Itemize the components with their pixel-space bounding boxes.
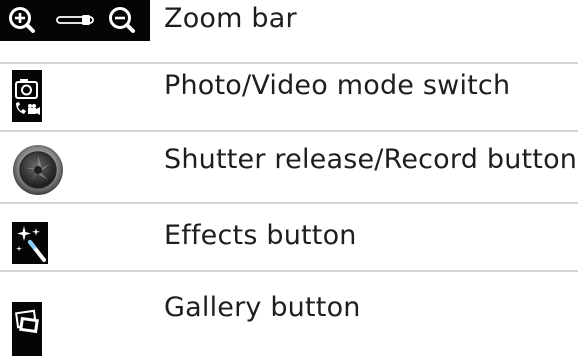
legend-item-zoom-bar: Zoom bar bbox=[0, 0, 578, 62]
legend-label: Zoom bar bbox=[164, 3, 297, 34]
legend-item-mode-switch: Photo/Video mode switch bbox=[0, 64, 578, 130]
legend-label: Effects button bbox=[164, 220, 357, 251]
legend-label: Shutter release/Record button bbox=[164, 144, 578, 175]
legend-label: Gallery button bbox=[164, 292, 361, 323]
icon-legend-list: Zoom bar Photo/Video mode switch Shutter… bbox=[0, 0, 578, 358]
magic-wand-icon bbox=[0, 204, 150, 270]
legend-item-effects: Effects button bbox=[0, 204, 578, 270]
gallery-icon bbox=[0, 272, 150, 358]
shutter-icon bbox=[0, 132, 150, 202]
zoom-bar-icon bbox=[0, 0, 150, 62]
legend-label: Photo/Video mode switch bbox=[164, 70, 511, 101]
legend-item-gallery: Gallery button bbox=[0, 272, 578, 358]
legend-item-shutter: Shutter release/Record button bbox=[0, 132, 578, 202]
camera-video-switch-icon bbox=[0, 64, 150, 130]
